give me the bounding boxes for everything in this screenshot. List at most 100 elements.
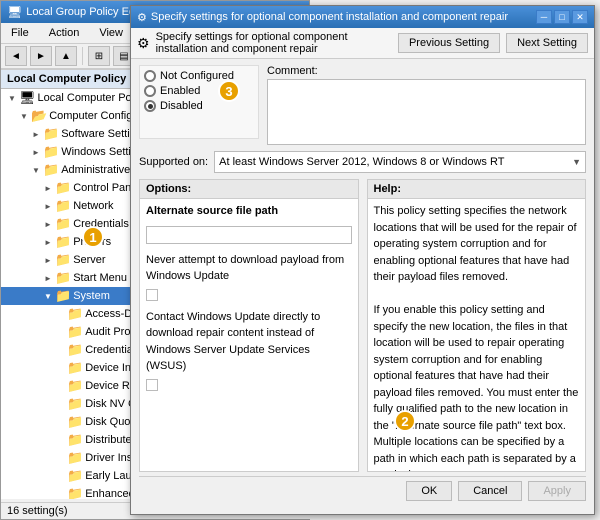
tree-toggle-21	[53, 469, 67, 483]
tree-icon-1: 📂	[31, 108, 47, 124]
cancel-button[interactable]: Cancel	[458, 481, 522, 501]
tree-icon-16: 📁	[67, 378, 83, 394]
supported-section: Supported on: At least Windows Server 20…	[139, 151, 586, 173]
badge-1: 1	[82, 226, 104, 248]
options-panel: Options: Alternate source file path Neve…	[139, 179, 359, 472]
tree-toggle-10: ►	[41, 271, 55, 285]
tree-toggle-2: ►	[29, 127, 43, 141]
tree-toggle-9: ►	[41, 253, 55, 267]
supported-dropdown-icon: ▼	[572, 157, 581, 167]
radio-enabled-label: Enabled	[160, 85, 200, 97]
tree-label-6: Network	[73, 200, 113, 212]
tree-toggle-16	[53, 379, 67, 393]
tree-icon-4: 📁	[43, 162, 59, 178]
options-header: Options:	[140, 180, 358, 199]
tree-icon-19: 📁	[67, 432, 83, 448]
radio-disabled-circle	[144, 100, 156, 112]
dialog-minimize-button[interactable]: ─	[536, 10, 552, 24]
radio-enabled-circle	[144, 85, 156, 97]
dialog-content: Not Configured Enabled Disabled Comment:…	[131, 59, 594, 509]
option-input[interactable]	[146, 226, 352, 244]
toolbar-sep1	[82, 47, 83, 65]
tree-toggle-6: ►	[41, 199, 55, 213]
dialog-titlebar: ⚙ Specify settings for optional componen…	[131, 6, 594, 28]
tree-toggle-17	[53, 397, 67, 411]
tree-toggle-8: ►	[41, 235, 55, 249]
apply-button[interactable]: Apply	[528, 481, 586, 501]
menu-action[interactable]: Action	[43, 25, 86, 41]
tree-toggle-13	[53, 325, 67, 339]
option-2-checkbox[interactable]	[146, 289, 158, 301]
tree-toggle-19	[53, 433, 67, 447]
top-section: Not Configured Enabled Disabled Comment:	[139, 65, 586, 145]
tree-toggle-12	[53, 307, 67, 321]
tree-icon-8: 📁	[55, 234, 71, 250]
toolbar-up[interactable]: ▲	[55, 46, 77, 66]
tree-toggle-3: ►	[29, 145, 43, 159]
tree-icon-10: 📁	[55, 270, 71, 286]
gpe-title-group: 🖥 Local Group Policy Editor	[7, 5, 150, 19]
radio-group: Not Configured Enabled Disabled	[139, 65, 259, 139]
tree-icon-18: 📁	[67, 414, 83, 430]
radio-disabled[interactable]: Disabled	[144, 100, 254, 112]
dialog-toolbar-icon: ⚙	[137, 35, 150, 52]
tree-icon-2: 📁	[43, 126, 59, 142]
toolbar-show-hide[interactable]: ⊞	[88, 46, 110, 66]
dialog-win-controls: ─ □ ✕	[536, 10, 588, 24]
tree-toggle-11: ▼	[41, 289, 55, 303]
prev-setting-button[interactable]: Previous Setting	[398, 33, 500, 53]
dialog-title-group: ⚙ Specify settings for optional componen…	[137, 11, 508, 24]
tree-icon-14: 📁	[67, 342, 83, 358]
badge-3: 3	[218, 80, 240, 102]
tree-icon-9: 📁	[55, 252, 71, 268]
tree-icon-22: 📁	[67, 486, 83, 499]
panels-section: Options: Alternate source file path Neve…	[139, 179, 586, 472]
tree-toggle-20	[53, 451, 67, 465]
tree-toggle-4: ▼	[29, 163, 43, 177]
tree-icon-15: 📁	[67, 360, 83, 376]
gpe-title-icon: 🖥	[7, 5, 22, 19]
dialog-title-text: Specify settings for optional component …	[151, 11, 508, 23]
comment-label: Comment:	[267, 65, 586, 77]
radio-not-configured-label: Not Configured	[160, 70, 234, 82]
dialog-toolbar: ⚙ Specify settings for optional componen…	[131, 28, 594, 59]
toolbar-forward[interactable]: ►	[30, 46, 52, 66]
option-3: Contact Windows Update directly to downl…	[146, 309, 352, 375]
supported-value: At least Windows Server 2012, Windows 8 …	[214, 151, 586, 173]
tree-toggle-7: ►	[41, 217, 55, 231]
tree-icon-5: 📁	[55, 180, 71, 196]
tree-label-9: Server	[73, 254, 105, 266]
toolbar-back[interactable]: ◄	[5, 46, 27, 66]
tree-label-11: System	[73, 290, 110, 302]
tree-icon-20: 📁	[67, 450, 83, 466]
tree-icon-0: 🖥	[19, 90, 36, 106]
next-setting-button[interactable]: Next Setting	[506, 33, 588, 53]
tree-toggle-22	[53, 487, 67, 499]
tree-toggle-0: ▼	[5, 91, 19, 105]
badge-2: 2	[394, 410, 416, 432]
tree-toggle-18	[53, 415, 67, 429]
dialog-close-button[interactable]: ✕	[572, 10, 588, 24]
tree-icon-7: 📁	[55, 216, 71, 232]
dialog-maximize-button[interactable]: □	[554, 10, 570, 24]
radio-disabled-label: Disabled	[160, 100, 203, 112]
comment-textarea[interactable]	[267, 79, 586, 145]
tree-icon-3: 📁	[43, 144, 59, 160]
tree-icon-13: 📁	[67, 324, 83, 340]
menu-file[interactable]: File	[5, 25, 35, 41]
comment-section: Comment:	[267, 65, 586, 145]
settings-dialog: ⚙ Specify settings for optional componen…	[130, 5, 595, 515]
tree-toggle-5: ►	[41, 181, 55, 195]
menu-view[interactable]: View	[93, 25, 129, 41]
dialog-title-icon: ⚙	[137, 11, 147, 24]
tree-icon-12: 📁	[67, 306, 83, 322]
option-1: Alternate source file path	[146, 203, 352, 220]
radio-not-configured-circle	[144, 70, 156, 82]
tree-toggle-14	[53, 343, 67, 357]
radio-not-configured[interactable]: Not Configured	[144, 70, 254, 82]
tree-toggle-1: ▼	[17, 109, 31, 123]
ok-button[interactable]: OK	[406, 481, 452, 501]
dialog-buttons: OK Cancel Apply	[139, 476, 586, 503]
tree-icon-17: 📁	[67, 396, 83, 412]
option-3-checkbox[interactable]	[146, 379, 158, 391]
